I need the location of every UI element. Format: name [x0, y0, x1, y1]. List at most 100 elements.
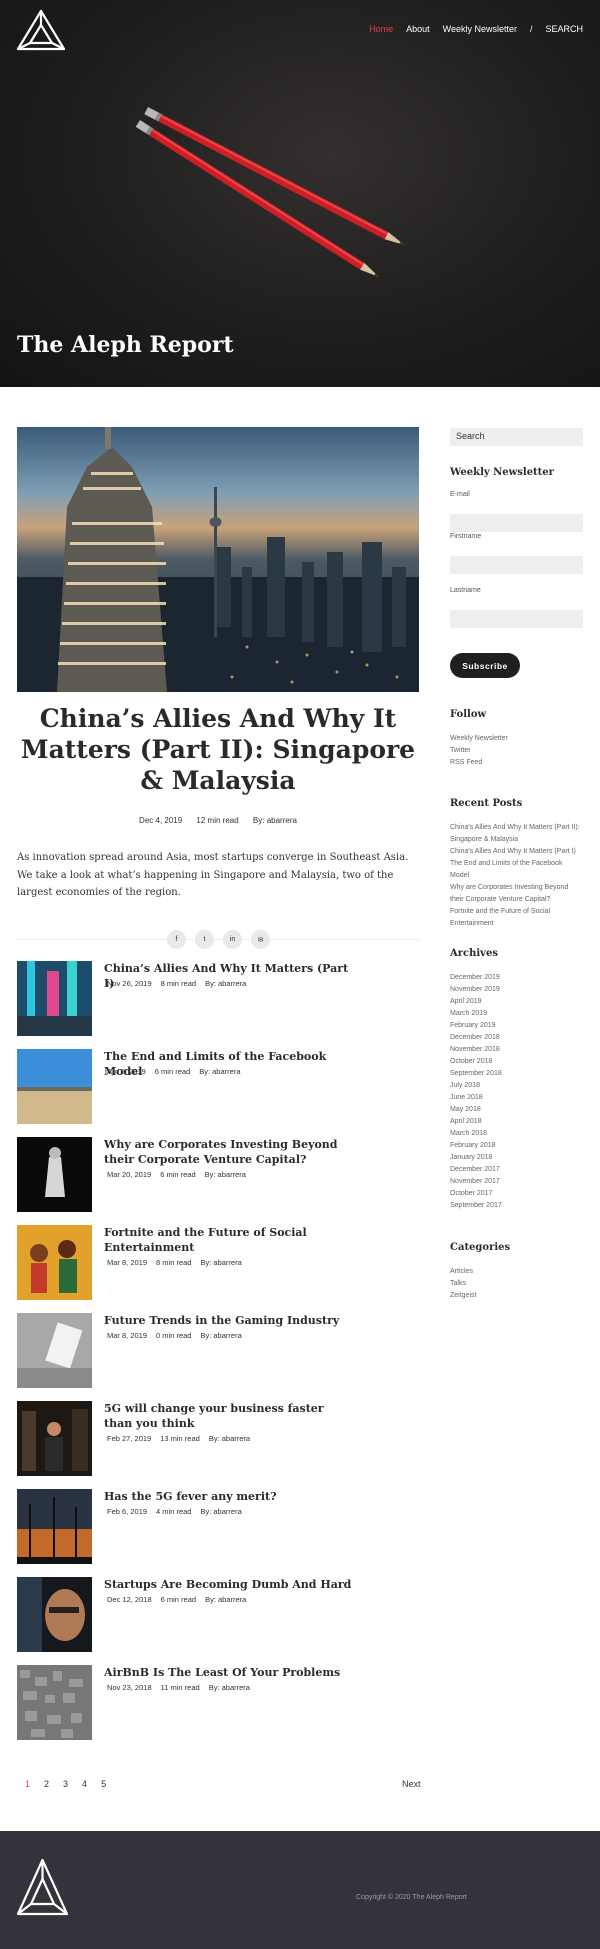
archive-link[interactable]: April 2019 [450, 996, 583, 1008]
archive-link[interactable]: March 2018 [450, 1128, 583, 1140]
archive-link[interactable]: October 2017 [450, 1188, 583, 1200]
page-link-4[interactable]: 4 [82, 1779, 87, 1789]
follow-link-newsletter[interactable]: Weekly Newsletter [450, 733, 583, 745]
nav-weekly-newsletter[interactable]: Weekly Newsletter [443, 24, 517, 34]
archive-link[interactable]: January 2018 [450, 1152, 583, 1164]
post-meta: Dec 12, 2018 6 min read By: abarrera [107, 1595, 255, 1604]
archive-link[interactable]: March 2019 [450, 1008, 583, 1020]
list-item[interactable]: Why are Corporates Investing Beyond thei… [17, 1137, 419, 1212]
post-author[interactable]: By: abarrera [200, 1331, 241, 1340]
archive-link[interactable]: November 2019 [450, 984, 583, 996]
twitter-icon[interactable]: t [195, 930, 214, 949]
follow-link-rss[interactable]: RSS Feed [450, 757, 583, 769]
featured-post-title[interactable]: China’s Allies And Why It Matters (Part … [17, 703, 419, 796]
archive-link[interactable]: July 2018 [450, 1080, 583, 1092]
page-link-2[interactable]: 2 [44, 1779, 49, 1789]
archive-link[interactable]: November 2017 [450, 1176, 583, 1188]
archive-link[interactable]: October 2018 [450, 1056, 583, 1068]
nav-about[interactable]: About [406, 24, 430, 34]
category-link-zeitgeist[interactable]: Zeitgeist [450, 1290, 583, 1302]
archive-link[interactable]: September 2018 [450, 1068, 583, 1080]
email-icon[interactable]: ✉ [251, 930, 270, 949]
post-author[interactable]: By: abarrera [205, 1595, 246, 1604]
archive-link[interactable]: February 2018 [450, 1140, 583, 1152]
post-author[interactable]: By: abarrera [209, 1683, 250, 1692]
aleph-logo[interactable] [16, 1857, 69, 1917]
archive-link[interactable]: February 2019 [450, 1020, 583, 1032]
post-thumbnail[interactable] [17, 1665, 92, 1740]
post-title[interactable]: 5G will change your business faster than… [104, 1401, 354, 1431]
post-author[interactable]: By: abarrera [200, 1507, 241, 1516]
archive-link[interactable]: November 2018 [450, 1044, 583, 1056]
post-thumbnail[interactable] [17, 1225, 92, 1300]
follow-link-twitter[interactable]: Twitter [450, 745, 583, 757]
post-date: Feb 27, 2019 [107, 1434, 152, 1443]
post-title[interactable]: Has the 5G fever any merit? [104, 1489, 354, 1504]
post-read-time: 13 min read [160, 1434, 200, 1443]
post-meta: Mar 8, 2019 0 min read By: abarrera [107, 1331, 251, 1340]
recent-post-link[interactable]: China's Allies And Why It Matters (Part … [450, 846, 583, 858]
category-link-talks[interactable]: Talks [450, 1278, 583, 1290]
lastname-field[interactable] [450, 610, 583, 628]
list-item[interactable]: China’s Allies And Why It Matters (Part … [17, 961, 419, 1036]
category-link-articles[interactable]: Articles [450, 1266, 583, 1278]
post-title[interactable]: Future Trends in the Gaming Industry [104, 1313, 354, 1328]
post-title[interactable]: AirBnB Is The Least Of Your Problems [104, 1665, 354, 1680]
facebook-icon[interactable]: f [167, 930, 186, 949]
list-item[interactable]: Fortnite and the Future of Social Entert… [17, 1225, 419, 1300]
list-item[interactable]: The End and Limits of the Facebook Model… [17, 1049, 419, 1124]
post-thumbnail[interactable] [17, 1577, 92, 1652]
post-author[interactable]: By: abarrera [253, 816, 297, 825]
post-author[interactable]: By: abarrera [205, 1170, 246, 1179]
archive-link[interactable]: April 2018 [450, 1116, 583, 1128]
post-date: Feb 6, 2019 [107, 1507, 148, 1516]
post-author[interactable]: By: abarrera [200, 1258, 241, 1267]
hero-header: Home About Weekly Newsletter / SEARCH Th… [0, 0, 600, 387]
nav-search[interactable]: SEARCH [545, 24, 583, 34]
list-item[interactable]: AirBnB Is The Least Of Your Problems Nov… [17, 1665, 419, 1740]
firstname-field[interactable] [450, 556, 583, 574]
recent-post-link[interactable]: Fortnite and the Future of Social Entert… [450, 906, 583, 930]
post-title[interactable]: Fortnite and the Future of Social Entert… [104, 1225, 354, 1255]
nav-home[interactable]: Home [369, 24, 393, 34]
archive-link[interactable]: June 2018 [450, 1092, 583, 1104]
list-item[interactable]: Has the 5G fever any merit? Feb 6, 2019 4… [17, 1489, 419, 1564]
post-author[interactable]: By: abarrera [205, 979, 246, 988]
post-title[interactable]: Startups Are Becoming Dumb And Hard [104, 1577, 354, 1592]
post-thumbnail[interactable] [17, 1401, 92, 1476]
post-date: Nov 26, 2019 [107, 979, 152, 988]
list-item[interactable]: Future Trends in the Gaming Industry Mar… [17, 1313, 419, 1388]
recent-post-link[interactable]: China's Allies And Why It Matters (Part … [450, 822, 583, 846]
list-item[interactable]: Startups Are Becoming Dumb And Hard Dec … [17, 1577, 419, 1652]
next-page-link[interactable]: Next [402, 1779, 421, 1789]
aleph-logo[interactable] [16, 9, 66, 51]
post-date: Dec 12, 2018 [107, 1595, 152, 1604]
list-item[interactable]: 5G will change your business faster than… [17, 1401, 419, 1476]
sidebar-search-input[interactable]: Search [450, 428, 583, 446]
archive-link[interactable]: December 2019 [450, 972, 583, 984]
page-link-3[interactable]: 3 [63, 1779, 68, 1789]
recent-post-link[interactable]: The End and Limits of the Facebook Model [450, 858, 583, 882]
recent-post-link[interactable]: Why are Corporates Investing Beyond thei… [450, 882, 583, 906]
archive-link[interactable]: May 2018 [450, 1104, 583, 1116]
post-read-time: 6 min read [160, 1170, 196, 1179]
linkedin-icon[interactable]: in [223, 930, 242, 949]
archive-link[interactable]: December 2017 [450, 1164, 583, 1176]
post-thumbnail[interactable] [17, 1489, 92, 1564]
featured-image[interactable] [17, 427, 419, 692]
page-link-1[interactable]: 1 [25, 1779, 30, 1789]
post-thumbnail[interactable] [17, 1137, 92, 1212]
post-author[interactable]: By: abarrera [209, 1434, 250, 1443]
email-field[interactable] [450, 514, 583, 532]
archive-link[interactable]: September 2017 [450, 1200, 583, 1212]
post-title[interactable]: Why are Corporates Investing Beyond thei… [104, 1137, 354, 1167]
post-meta: Apr 9, 2019 6 min read By: abarrera [107, 1067, 250, 1076]
subscribe-button[interactable]: Subscribe [450, 653, 520, 678]
featured-post-excerpt: As innovation spread around Asia, most s… [17, 852, 409, 898]
post-thumbnail[interactable] [17, 1049, 92, 1124]
post-thumbnail[interactable] [17, 961, 92, 1036]
post-thumbnail[interactable] [17, 1313, 92, 1388]
archive-link[interactable]: December 2018 [450, 1032, 583, 1044]
page-link-5[interactable]: 5 [101, 1779, 106, 1789]
post-author[interactable]: By: abarrera [199, 1067, 240, 1076]
